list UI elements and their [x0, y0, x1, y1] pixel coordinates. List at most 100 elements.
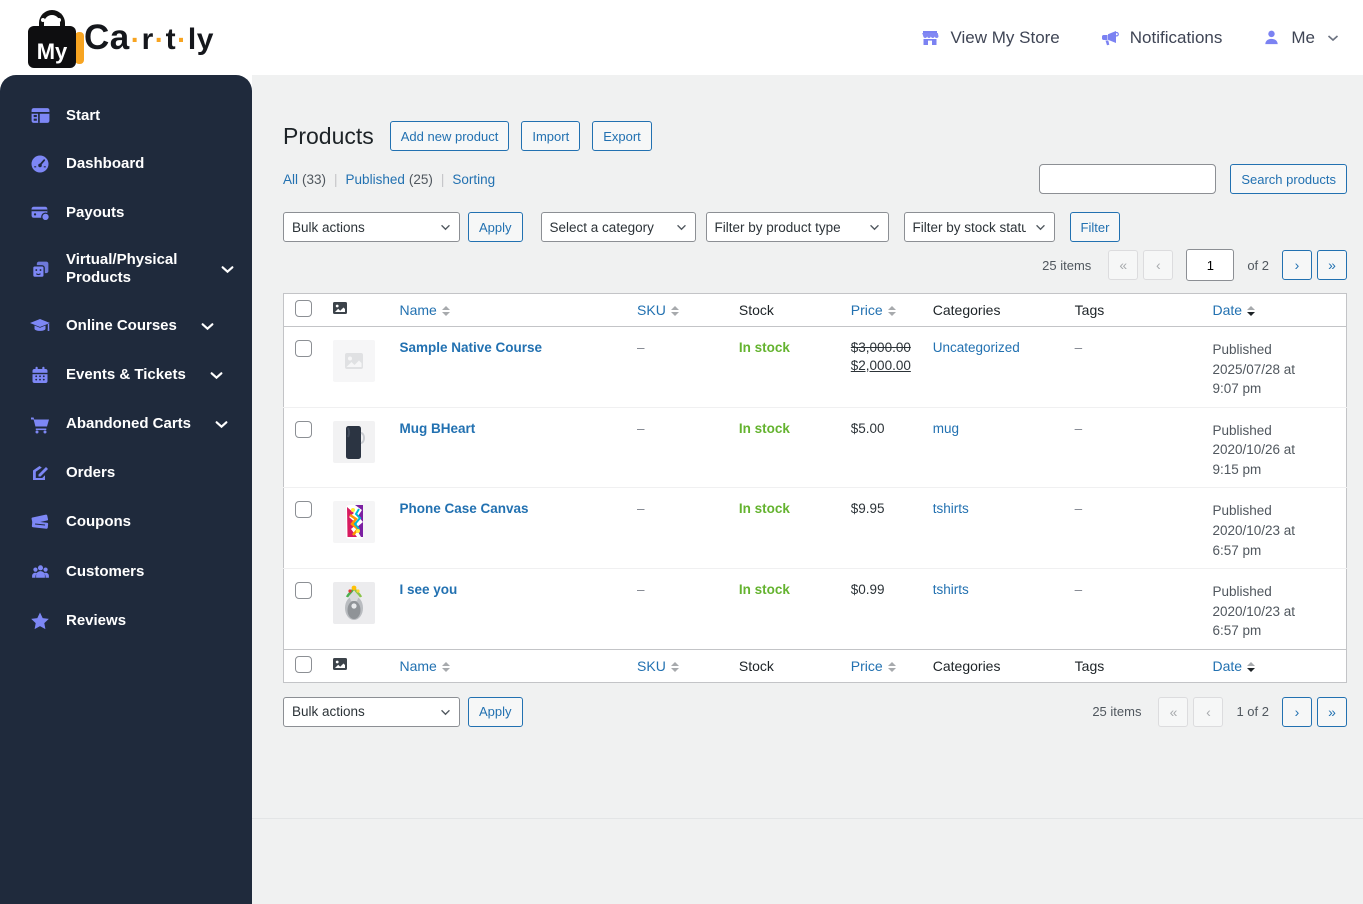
column-header-tags: Tags — [1064, 648, 1203, 683]
total-pages-label: of 2 — [1247, 257, 1269, 273]
publish-status: Published — [1212, 584, 1272, 600]
column-header-categories: Categories — [922, 648, 1065, 683]
next-page-button[interactable]: › — [1282, 696, 1312, 727]
last-page-button[interactable]: » — [1317, 250, 1347, 280]
category-link[interactable]: Uncategorized — [933, 340, 1020, 355]
sidebar-item-abandoned-carts[interactable]: Abandoned Carts — [0, 399, 252, 449]
sidebar-item-online-courses[interactable]: Online Courses — [0, 301, 252, 351]
bottom-actions-row: Bulk actions Apply 25 items « ‹ 1 of 2 ›… — [283, 696, 1347, 727]
export-button[interactable]: Export — [592, 121, 652, 151]
logo-my: My — [36, 38, 68, 64]
apply-button[interactable]: Apply — [468, 212, 523, 242]
sidebar-item-coupons[interactable]: Coupons — [0, 497, 252, 547]
category-select[interactable]: Select a category — [540, 212, 696, 242]
column-header-date[interactable]: Date — [1202, 293, 1347, 327]
page-title: Products — [283, 122, 374, 149]
logo-ly: ly — [187, 22, 214, 56]
category-link[interactable]: mug — [933, 421, 959, 436]
filter-button[interactable]: Filter — [1069, 212, 1121, 242]
sidebar-item-label: Online Courses — [66, 317, 177, 334]
column-header-name[interactable]: Name — [389, 293, 628, 327]
sidebar-item-start[interactable]: Start — [0, 91, 252, 140]
category-link[interactable]: tshirts — [933, 501, 969, 516]
current-page-input[interactable] — [1186, 249, 1235, 281]
page-header: Products Add new product Import Export — [283, 121, 1347, 151]
last-page-button[interactable]: » — [1317, 696, 1347, 727]
tags-value: – — [1074, 420, 1083, 436]
date-cell: Published 2020/10/26 at 9:15 pm — [1212, 421, 1324, 480]
apply-button-bottom[interactable]: Apply — [468, 696, 523, 727]
sidebar-item-dashboard[interactable]: Dashboard — [0, 140, 252, 188]
bulk-actions-select-bottom[interactable]: Bulk actions — [283, 696, 460, 727]
sidebar-item-events-tickets[interactable]: Events & Tickets — [0, 351, 252, 399]
sku-value: – — [637, 501, 645, 517]
publish-date: 2020/10/23 at 6:57 pm — [1212, 603, 1296, 639]
row-checkbox[interactable] — [295, 340, 312, 357]
category-link[interactable]: tshirts — [933, 582, 969, 597]
column-header-date[interactable]: Date — [1202, 648, 1347, 683]
product-thumbnail[interactable] — [333, 501, 376, 544]
product-thumbnail[interactable] — [333, 420, 376, 463]
product-type-select[interactable]: Filter by product type — [705, 212, 889, 242]
select-all-checkbox[interactable] — [295, 655, 312, 673]
product-name-link[interactable]: Mug BHeart — [399, 421, 475, 436]
column-header-stock: Stock — [728, 648, 841, 683]
product-name-link[interactable]: I see you — [399, 582, 457, 597]
select-all-checkbox[interactable] — [295, 300, 312, 317]
bulk-actions-select[interactable]: Bulk actions — [283, 212, 460, 242]
sidebar-item-customers[interactable]: Customers — [0, 547, 252, 596]
sidebar-item-orders[interactable]: Orders — [0, 449, 252, 497]
column-header-categories: Categories — [922, 293, 1065, 327]
add-new-product-button[interactable]: Add new product — [389, 121, 510, 151]
publish-status: Published — [1212, 503, 1272, 519]
table-row: I see you – In stock $0.99 tshirts – Pub… — [284, 569, 1347, 650]
tags-value: – — [1074, 340, 1083, 355]
notifications-link[interactable]: Notifications — [1100, 28, 1222, 48]
logo-dot: · — [130, 23, 141, 55]
products-icon — [29, 259, 51, 280]
next-page-button[interactable]: › — [1282, 250, 1312, 280]
stock-status: In stock — [738, 420, 790, 436]
bulk-actions-select-wrap: Bulk actions — [283, 696, 460, 727]
price: $9.95 — [850, 501, 885, 517]
bag-body: My — [28, 25, 76, 68]
view-my-store-link[interactable]: View My Store — [920, 27, 1060, 48]
sidebar-item-label: Orders — [66, 464, 116, 481]
row-checkbox[interactable] — [295, 501, 312, 519]
product-name-link[interactable]: Sample Native Course — [399, 340, 542, 355]
filter-link-published[interactable]: Published — [346, 172, 405, 187]
orders-icon — [29, 463, 51, 483]
price: $5.00 — [850, 420, 885, 436]
sidebar-item-payouts[interactable]: Payouts — [0, 188, 252, 237]
sidebar-item-reviews[interactable]: Reviews — [0, 596, 252, 646]
sidebar-item-virtual-physical-products[interactable]: Virtual/Physical Products — [0, 237, 252, 301]
stock-status-select-wrap: Filter by stock status — [903, 212, 1055, 242]
view-filter-links: All (33) | Published (25) | Sorting — [283, 172, 495, 187]
column-header-price[interactable]: Price — [840, 648, 923, 683]
table-row: Sample Native Course – In stock $3,000.0… — [283, 327, 1347, 408]
search-input[interactable] — [1039, 164, 1217, 194]
date-cell: Published 2025/07/28 at 9:07 pm — [1212, 340, 1324, 399]
filter-link-sorting[interactable]: Sorting — [452, 172, 495, 187]
import-button[interactable]: Import — [521, 121, 581, 151]
all-count: (33) — [302, 171, 327, 187]
page-of-label: 1 of 2 — [1236, 704, 1269, 720]
row-checkbox[interactable] — [295, 420, 312, 438]
column-header-sku[interactable]: SKU — [627, 293, 729, 327]
me-menu[interactable]: Me — [1262, 28, 1339, 48]
filter-link-all[interactable]: All — [283, 172, 298, 187]
row-checkbox[interactable] — [295, 582, 312, 600]
product-thumbnail[interactable] — [333, 582, 376, 625]
product-thumbnail[interactable] — [333, 340, 376, 382]
prev-page-button: ‹ — [1193, 696, 1224, 727]
column-header-name[interactable]: Name — [389, 648, 628, 683]
column-header-sku[interactable]: SKU — [627, 648, 729, 683]
coupons-icon — [29, 511, 51, 533]
search-products-button[interactable]: Search products — [1230, 164, 1347, 194]
product-name-link[interactable]: Phone Case Canvas — [399, 501, 528, 516]
stock-status-select[interactable]: Filter by stock status — [903, 212, 1055, 242]
content-footer-divider — [252, 818, 1363, 819]
column-header-price[interactable]: Price — [840, 293, 923, 327]
view-my-store-label: View My Store — [950, 27, 1060, 47]
brand-logo[interactable]: My Ca · r · t · ly — [24, 8, 214, 68]
